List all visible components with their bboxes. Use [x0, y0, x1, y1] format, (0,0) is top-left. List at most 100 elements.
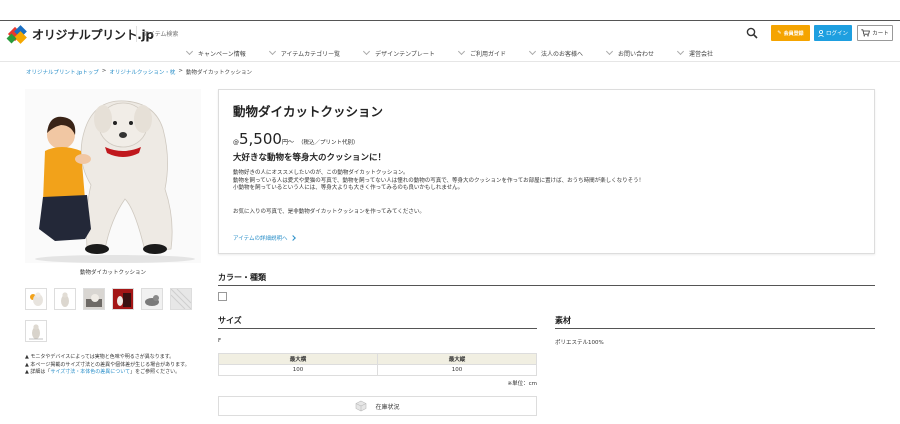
note-line: ▲ 詳細は「サイズ寸法・本体色の差異について」をご参照ください。 [25, 369, 215, 377]
price-tax-note: （税込／プリント代別） [297, 140, 359, 146]
nav-label: お問い合わせ [617, 50, 654, 58]
thumbnail-3[interactable] [83, 288, 105, 310]
table-header-max-height: 最大縦 [377, 353, 537, 365]
stock-status-button[interactable]: 在庫状況 [218, 396, 537, 416]
chevron-down-icon [363, 47, 371, 56]
chevron-down-icon [528, 47, 536, 56]
product-description-extra: お気に入りの写真で、是非動物ダイカットクッションを作ってみてください。 [233, 209, 425, 215]
box-icon [356, 400, 367, 412]
thumbnail-red-room-icon [113, 289, 133, 309]
nav-item-categories[interactable]: アイテムカテゴリー覧 [258, 46, 352, 60]
thumbnail-cushion-dog-icon [55, 289, 75, 309]
nav-label: 法人のお客様へ [540, 50, 583, 58]
nav-label: 運営会社 [688, 50, 713, 58]
register-button[interactable]: ✎ 会員登録 [771, 25, 810, 41]
nav-item-campaign[interactable]: キャンペーン情報 [175, 46, 258, 60]
table-row: 100 100 [218, 364, 537, 376]
thumbnail-5[interactable] [141, 288, 163, 310]
thumbnail-size-guide-icon [26, 321, 46, 341]
breadcrumb: オリジナルプリント.jpトップ > オリジナルクッション・枕 > 動物ダイカット… [26, 68, 252, 76]
cart-label: カート [872, 31, 889, 37]
description-line: 動物好きの人にオススメしたいのが、この動物ダイカットクッション。 [233, 170, 409, 176]
chevron-down-icon [457, 47, 465, 56]
search-icon[interactable] [746, 27, 758, 39]
color-option-checkbox[interactable] [218, 292, 227, 301]
note-suffix: 」をご参照ください。 [130, 369, 181, 375]
chevron-down-icon [268, 47, 276, 56]
login-button[interactable]: ログイン [814, 25, 852, 41]
nav-label: ご利用ガイド [469, 50, 506, 58]
nav-item-business[interactable]: 法人のお客様へ [518, 46, 595, 60]
main-image-caption: 動物ダイカットクッション [79, 270, 146, 276]
detail-link-label: アイテムの詳細説明へ [233, 236, 288, 242]
material-section-divider [555, 328, 875, 329]
table-header-max-width: 最大横 [218, 353, 378, 365]
nav-label: アイテムカテゴリー覧 [280, 50, 341, 58]
size-value: F [218, 338, 222, 344]
nav-item-guide[interactable]: ご利用ガイド [447, 46, 518, 60]
nav-divider [0, 61, 900, 62]
nav-label: デザインテンプレート [375, 50, 435, 58]
logo-mark-icon [6, 25, 28, 44]
note-prefix: ▲ 詳細は「 [25, 369, 51, 375]
thumbnail-2[interactable] [54, 288, 76, 310]
image-notes: ▲ モニタやデバイスによっては実物と色味や明るさが異なります。 ▲ 本ページ掲載… [25, 354, 215, 377]
search-input[interactable] [137, 26, 737, 42]
size-color-difference-link[interactable]: サイズ寸法・本体色の差異について [50, 369, 130, 375]
nav-label: キャンペーン情報 [198, 50, 246, 58]
table-header-row: 最大横 最大縦 [218, 353, 537, 365]
thumbnail-cat-icon [142, 289, 162, 309]
thumbnail-room-icon [84, 289, 104, 309]
color-section-divider [218, 285, 875, 286]
main-product-image[interactable] [25, 89, 201, 263]
register-label: 会員登録 [783, 30, 804, 37]
chevron-down-icon [605, 47, 614, 56]
product-summary-box: 動物ダイカットクッション @ 5,500 円〜 （税込／プリント代別） 大好きな… [218, 89, 875, 254]
size-unit-note: ※単位：cm [507, 381, 538, 387]
description-line: 小動物を飼っているという人には、等身大よりも大きく作ってみるのも良いかもしれませ… [233, 185, 464, 191]
breadcrumb-separator: > [101, 68, 107, 74]
cart-icon [861, 29, 871, 37]
item-detail-link[interactable]: アイテムの詳細説明へ [233, 234, 297, 242]
chevron-down-icon [185, 47, 194, 56]
site-logo[interactable]: オリジナルプリント.jp [6, 24, 154, 44]
note-line: ▲ 本ページ掲載のサイズ寸法との差異や個体差が生じる場合があります。 [25, 361, 190, 368]
product-price: @ 5,500 円〜 （税込／プリント代別） [233, 130, 358, 148]
dog-and-child-illustration [25, 89, 201, 263]
color-section-title: カラー・種類 [218, 273, 266, 282]
breadcrumb-separator: > [178, 68, 184, 74]
stock-status-label: 在庫状況 [375, 403, 400, 411]
site-header: オリジナルプリント.jp [0, 21, 900, 45]
login-label: ログイン [825, 31, 848, 37]
size-section-divider [218, 328, 537, 329]
nav-item-company[interactable]: 運営会社 [666, 46, 725, 60]
description-line: 動物を飼っている人は愛犬や愛猫の写真で、動物を飼ってない人は憧れの動物の写真で、… [233, 177, 645, 184]
thumbnail-1[interactable] [25, 288, 47, 310]
table-cell-max-width: 100 [218, 364, 378, 376]
breadcrumb-category[interactable]: オリジナルクッション・枕 [109, 68, 175, 76]
global-nav: キャンペーン情報 アイテムカテゴリー覧 デザインテンプレート ご利用ガイド 法人… [0, 46, 900, 60]
chevron-down-icon [676, 47, 685, 56]
material-section-title: 素材 [555, 316, 571, 325]
size-table: 最大横 最大縦 100 100 [218, 353, 537, 376]
product-title: 動物ダイカットクッション [233, 104, 384, 119]
thumbnail-4[interactable] [112, 288, 134, 310]
product-description: 動物好きの人にオススメしたいのが、この動物ダイカットクッション。 動物を飼ってい… [233, 170, 853, 193]
nav-item-contact[interactable]: お問い合わせ [595, 46, 666, 60]
breadcrumb-home[interactable]: オリジナルプリント.jpトップ [26, 68, 99, 76]
thumbnail-7[interactable] [25, 320, 47, 342]
thumbnail-dog-child-icon [26, 289, 46, 309]
material-value: ポリエステル100% [555, 340, 604, 346]
cart-button[interactable]: カート [857, 25, 893, 41]
product-tagline: 大好きな動物を等身大のクッションに！ [233, 153, 387, 163]
search-box [136, 26, 760, 42]
price-value: 5,500 [239, 130, 282, 148]
thumbnail-fabric-icon [170, 288, 192, 310]
note-line: ▲ モニタやデバイスによっては実物と色味や明るさが異なります。 [25, 354, 175, 360]
thumbnail-6[interactable] [170, 288, 192, 310]
table-cell-max-height: 100 [377, 364, 537, 376]
nav-item-templates[interactable]: デザインテンプレート [352, 46, 447, 60]
price-suffix: 円〜 [281, 139, 294, 146]
pencil-icon: ✎ [777, 30, 782, 36]
chevron-right-icon [290, 235, 297, 241]
